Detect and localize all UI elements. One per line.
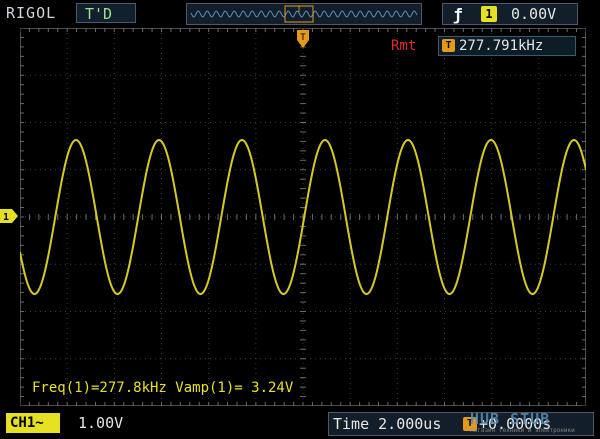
channel1-offset-marker[interactable]: 1 xyxy=(0,208,18,223)
brand-logo: RIGOL xyxy=(6,4,57,22)
channel1-scale: 1.00V xyxy=(78,414,124,432)
run-state-badge: T'D xyxy=(76,3,136,23)
memory-overview-wave: T xyxy=(190,5,418,23)
timebase-scale: Time 2.000us xyxy=(333,415,442,433)
svg-text:T: T xyxy=(297,5,302,14)
watermark-subtitle: Магазин техники и электроники xyxy=(470,427,575,434)
watermark-logo: HUB STUB xyxy=(470,410,551,428)
trigger-info-box[interactable]: ƒ 1 0.00V xyxy=(442,3,578,25)
waveform-grid xyxy=(19,27,587,407)
trigger-t-icon: T xyxy=(442,39,455,52)
channel1-badge[interactable]: CH1~ xyxy=(6,413,60,433)
svg-text:T: T xyxy=(300,33,306,43)
rising-edge-icon: ƒ xyxy=(453,5,463,24)
frequency-value: 277.791kHz xyxy=(459,38,544,54)
frequency-counter: T 277.791kHz xyxy=(438,36,576,56)
counter-mode-label: Rmt xyxy=(391,38,417,54)
channel1-label: CH1 xyxy=(10,415,36,431)
trigger-source-badge: 1 xyxy=(481,6,497,22)
waveform-display[interactable] xyxy=(19,27,587,407)
ac-coupling-icon: ~ xyxy=(35,415,44,431)
measurement-readout: Freq(1)=277.8kHz Vamp(1)= 3.24V xyxy=(32,380,294,396)
svg-text:1: 1 xyxy=(3,212,9,223)
trigger-position-marker[interactable]: T xyxy=(296,28,310,50)
trigger-level: 0.00V xyxy=(511,5,557,23)
memory-overview-bar: T xyxy=(186,3,422,25)
